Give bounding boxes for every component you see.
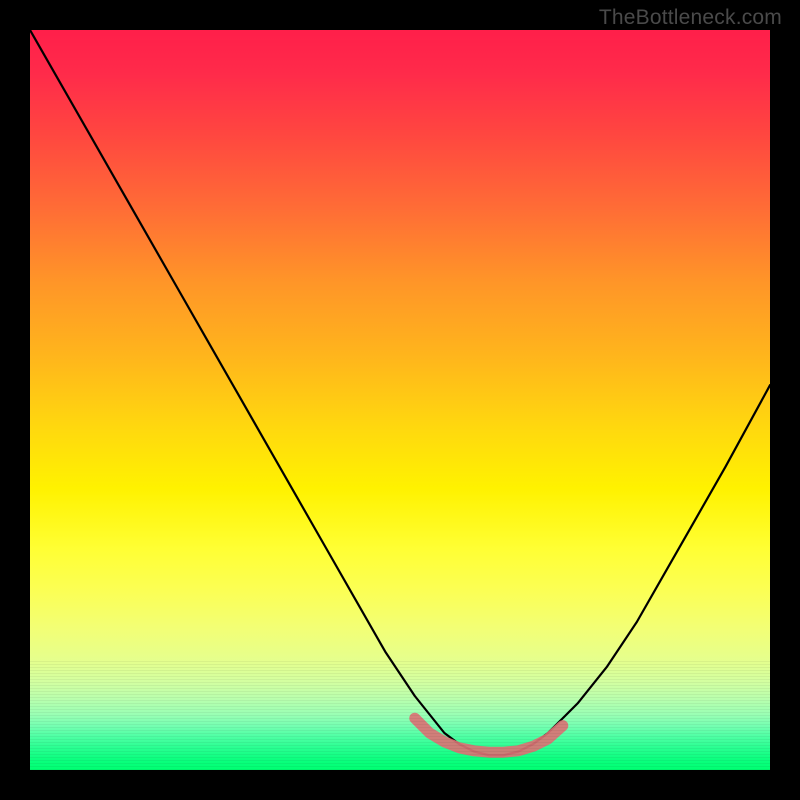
- chart-frame: TheBottleneck.com: [0, 0, 800, 800]
- curve-svg: [30, 30, 770, 770]
- optimal-band-path: [415, 718, 563, 752]
- plot-area: [30, 30, 770, 770]
- watermark-text: TheBottleneck.com: [599, 6, 782, 30]
- bottleneck-curve-path: [30, 30, 770, 755]
